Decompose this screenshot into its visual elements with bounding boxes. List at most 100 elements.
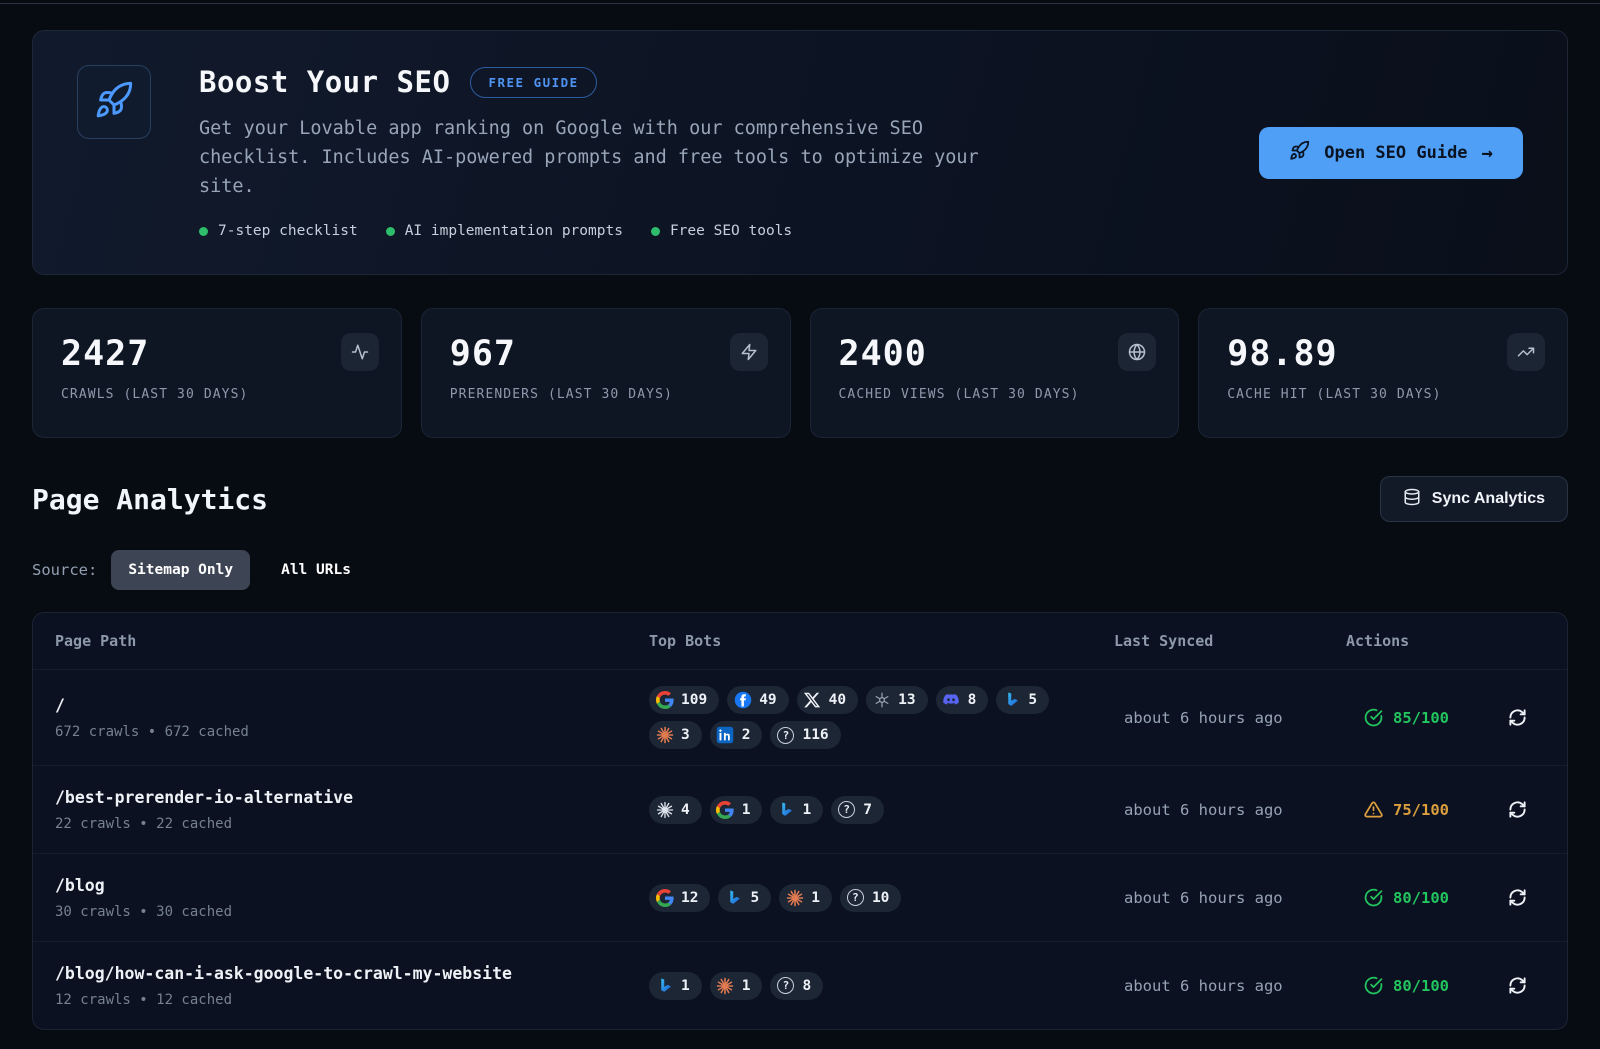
refresh-button[interactable] [1506, 975, 1528, 997]
bot-count: 116 [802, 727, 828, 743]
open-seo-guide-button[interactable]: Open SEO Guide → [1259, 127, 1523, 179]
seo-score-value: 85/100 [1393, 709, 1449, 727]
source-label: Source: [32, 561, 97, 579]
rocket-icon-box [77, 65, 151, 139]
google-icon [716, 800, 735, 819]
bot-badges: 1251?10 [649, 884, 1061, 912]
bing-icon [1002, 691, 1021, 710]
bot-count: 5 [1028, 692, 1037, 708]
bot-badges: 1094940138532?116 [649, 686, 1061, 749]
bot-count: 2 [742, 727, 751, 743]
x-icon [803, 691, 822, 710]
bot-badge-claude: 1 [710, 972, 763, 1000]
sync-analytics-label: Sync Analytics [1432, 490, 1545, 508]
page-crawl-stats: 672 crawls • 672 cached [55, 724, 649, 740]
stat-value: 2400 [839, 334, 1151, 374]
bot-count: 8 [802, 978, 811, 994]
linkedin-icon [716, 726, 735, 745]
bot-count: 49 [759, 692, 776, 708]
refresh-button[interactable] [1506, 887, 1528, 909]
bot-badge-unknown: ?10 [840, 884, 901, 912]
source-option-all-urls[interactable]: All URLs [264, 550, 368, 590]
discord-icon [942, 691, 961, 710]
header-actions: Actions [1346, 632, 1567, 650]
bot-badge-claude: 1 [779, 884, 832, 912]
trending-up-icon [1507, 333, 1545, 371]
last-synced-text: about 6 hours ago [1114, 889, 1346, 907]
stat-value: 98.89 [1227, 334, 1539, 374]
rocket-icon [94, 80, 134, 124]
page-crawl-stats: 30 crawls • 30 cached [55, 904, 649, 920]
bot-badge-google: 109 [649, 686, 719, 714]
header-top-bots: Top Bots [649, 632, 1114, 650]
page-path-link[interactable]: /best-prerender-io-alternative [55, 788, 649, 807]
globe-icon [1118, 333, 1156, 371]
bot-badge-unknown: ? 116 [770, 721, 840, 749]
bot-count: 5 [750, 890, 759, 906]
page-path-link[interactable]: /blog [55, 876, 649, 895]
bing-icon [724, 888, 743, 907]
seo-score-value: 80/100 [1393, 977, 1449, 995]
table-body: / 672 crawls • 672 cached 1094940138532?… [33, 669, 1567, 1029]
check-circle-icon [1364, 888, 1383, 907]
facebook-icon [733, 691, 752, 710]
feature-label: AI implementation prompts [405, 223, 623, 239]
bot-badges: 411?7 [649, 796, 1061, 824]
table-row: /blog/how-can-i-ask-google-to-crawl-my-w… [33, 941, 1567, 1029]
feature-item: 7-step checklist [199, 223, 358, 239]
bot-badge-facebook: 49 [727, 686, 788, 714]
table-row: /best-prerender-io-alternative 22 crawls… [33, 765, 1567, 853]
bot-count: 7 [863, 802, 872, 818]
claude-icon [716, 976, 735, 995]
seo-guide-banner: Boost Your SEO FREE GUIDE Get your Lovab… [32, 30, 1568, 275]
bot-badge-unknown: ?8 [770, 972, 823, 1000]
page-analytics-table: Page Path Top Bots Last Synced Actions /… [32, 612, 1568, 1030]
refresh-button[interactable] [1506, 707, 1528, 729]
feature-label: Free SEO tools [670, 223, 792, 239]
stat-label: CACHE HIT (LAST 30 DAYS) [1227, 387, 1539, 402]
page-crawl-stats: 22 crawls • 22 cached [55, 816, 649, 832]
bot-count: 40 [829, 692, 846, 708]
stat-value: 967 [450, 334, 762, 374]
table-header: Page Path Top Bots Last Synced Actions [33, 613, 1567, 669]
activity-icon [341, 333, 379, 371]
bot-badge-google: 1 [710, 796, 763, 824]
stat-card-prerenders: 967 PRERENDERS (LAST 30 DAYS) [421, 308, 791, 438]
banner-title: Boost Your SEO [199, 65, 450, 99]
page-path-link[interactable]: /blog/how-can-i-ask-google-to-crawl-my-w… [55, 964, 649, 983]
source-option-sitemap-only[interactable]: Sitemap Only [111, 550, 250, 590]
seo-score: 80/100 [1364, 976, 1480, 995]
check-circle-icon [1364, 976, 1383, 995]
question-icon: ? [776, 726, 795, 745]
bot-count: 1 [742, 978, 751, 994]
page-analytics-title: Page Analytics [32, 483, 268, 516]
page-path-link[interactable]: / [55, 696, 649, 715]
google-icon [655, 691, 674, 710]
header-page-path: Page Path [55, 632, 649, 650]
feature-item: AI implementation prompts [386, 223, 623, 239]
refresh-icon [1508, 976, 1527, 995]
banner-description: Get your Lovable app ranking on Google w… [199, 114, 999, 201]
bot-count: 4 [681, 802, 690, 818]
feature-item: Free SEO tools [651, 223, 792, 239]
question-icon: ? [837, 800, 856, 819]
openai-icon [872, 691, 891, 710]
question-icon: ? [776, 976, 795, 995]
bot-badge-discord: 8 [936, 686, 989, 714]
stat-label: CRAWLS (LAST 30 DAYS) [61, 387, 373, 402]
zap-icon [730, 333, 768, 371]
bot-badge-openai: 13 [866, 686, 927, 714]
table-row: /blog 30 crawls • 30 cached 1251?10 abou… [33, 853, 1567, 941]
stat-label: PRERENDERS (LAST 30 DAYS) [450, 387, 762, 402]
green-dot-icon [386, 227, 395, 236]
sync-analytics-button[interactable]: Sync Analytics [1380, 476, 1568, 522]
bot-count: 1 [742, 802, 751, 818]
bot-badge-linkedin: 2 [710, 721, 763, 749]
refresh-button[interactable] [1506, 799, 1528, 821]
bot-count: 1 [681, 978, 690, 994]
bot-badges: 11?8 [649, 972, 1061, 1000]
bot-badge-x: 40 [797, 686, 858, 714]
stat-card-cache-hit: 98.89 CACHE HIT (LAST 30 DAYS) [1198, 308, 1568, 438]
free-guide-badge: FREE GUIDE [470, 67, 596, 98]
bot-badge-bing: 1 [649, 972, 702, 1000]
